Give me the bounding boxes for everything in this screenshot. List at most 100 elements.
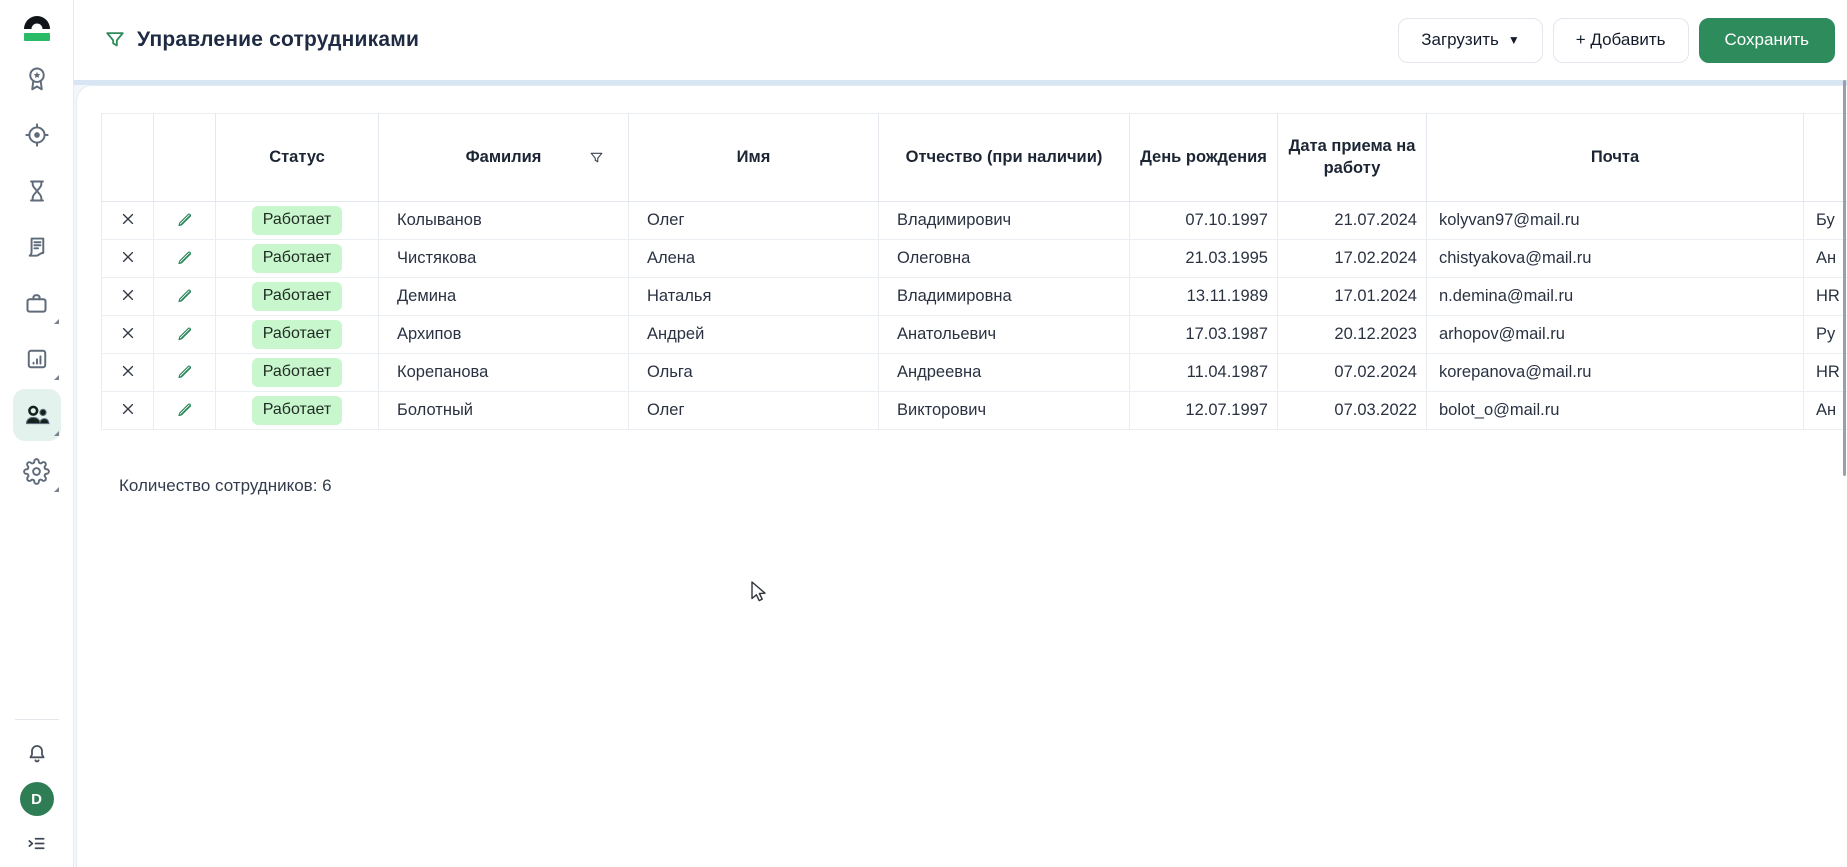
- close-icon: [122, 403, 133, 415]
- edit-row-button[interactable]: [171, 322, 198, 345]
- cell-extra: Ан: [1803, 239, 1847, 278]
- col-header-email[interactable]: Почта: [1426, 113, 1804, 202]
- edit-row-button[interactable]: [171, 284, 198, 307]
- vertical-scrollbar[interactable]: [1843, 80, 1846, 476]
- col-header-middlename[interactable]: Отчество (при наличии): [878, 113, 1130, 202]
- table-row: Работает Демина Наталья Владимировна 13.…: [101, 277, 1847, 316]
- edit-row-button[interactable]: [171, 208, 198, 231]
- cell-middlename: Андреевна: [878, 353, 1130, 392]
- sidebar-item-documents[interactable]: [0, 219, 74, 275]
- brand-logo: [20, 5, 54, 47]
- status-badge: Работает: [251, 396, 343, 425]
- status-badge: Работает: [251, 320, 343, 349]
- cell-email: kolyvan97@mail.ru: [1426, 201, 1804, 240]
- target-icon: [24, 123, 49, 147]
- cell-firstname: Олег: [628, 391, 879, 430]
- close-icon: [122, 327, 133, 339]
- sidebar-item-employees[interactable]: [0, 387, 74, 443]
- close-icon: [122, 213, 133, 225]
- topbar: Управление сотрудниками Загрузить ▼ + До…: [74, 0, 1847, 80]
- cell-status: Работает: [215, 277, 379, 316]
- delete-row-button[interactable]: [116, 323, 140, 343]
- table-row: Работает Колыванов Олег Владимирович 07.…: [101, 201, 1847, 240]
- cell-status: Работает: [215, 353, 379, 392]
- close-icon: [122, 365, 133, 377]
- col-header-status[interactable]: Статус: [215, 113, 379, 202]
- cell-lastname: Чистякова: [378, 239, 629, 278]
- employees-table: Статус Фамилия Имя Отчество (при наличии…: [101, 113, 1847, 430]
- notifications-button[interactable]: [25, 742, 49, 766]
- status-badge: Работает: [251, 358, 343, 387]
- employees-table-zone: Статус Фамилия Имя Отчество (при наличии…: [101, 113, 1847, 430]
- col-header-lastname[interactable]: Фамилия: [378, 113, 629, 202]
- delete-row-button[interactable]: [116, 285, 140, 305]
- col-header-birthdate[interactable]: День рождения: [1129, 113, 1278, 202]
- filter-funnel-icon: [106, 32, 124, 47]
- sidebar-item-briefcase[interactable]: [0, 275, 74, 331]
- status-badge: Работает: [251, 282, 343, 311]
- cell-middlename: Викторович: [878, 391, 1130, 430]
- sidebar-item-reports[interactable]: [0, 331, 74, 387]
- cell-hiredate: 20.12.2023: [1277, 315, 1427, 354]
- cell-birthdate: 11.04.1987: [1129, 353, 1278, 392]
- upload-button[interactable]: Загрузить ▼: [1398, 17, 1543, 63]
- submenu-indicator: [53, 319, 59, 324]
- cell-extra: Бу: [1803, 201, 1847, 240]
- cell-status: Работает: [215, 315, 379, 354]
- delete-row-button[interactable]: [116, 399, 140, 419]
- table-body: Работает Колыванов Олег Владимирович 07.…: [101, 201, 1847, 430]
- col-header-extra[interactable]: [1803, 113, 1847, 202]
- sidebar-item-settings[interactable]: [0, 443, 74, 499]
- delete-row-button[interactable]: [116, 209, 140, 229]
- bell-icon: [29, 745, 44, 763]
- cell-lastname: Колыванов: [378, 201, 629, 240]
- cell-edit: [153, 315, 216, 354]
- close-icon: [122, 289, 133, 301]
- cell-hiredate: 17.02.2024: [1277, 239, 1427, 278]
- pencil-icon: [178, 365, 191, 378]
- cell-birthdate: 12.07.1997: [1129, 391, 1278, 430]
- bar-chart-icon: [27, 349, 46, 369]
- col-header-firstname[interactable]: Имя: [628, 113, 879, 202]
- col-header-delete: [101, 113, 154, 202]
- cell-birthdate: 07.10.1997: [1129, 201, 1278, 240]
- cell-delete: [101, 277, 154, 316]
- title-wrap: Управление сотрудниками: [104, 28, 419, 52]
- logo-arc: [23, 16, 50, 29]
- edit-row-button[interactable]: [171, 360, 198, 383]
- avatar[interactable]: D: [19, 782, 54, 816]
- table-row: Работает Архипов Андрей Анатольевич 17.0…: [101, 315, 1847, 354]
- collapse-sidebar-button[interactable]: [25, 832, 48, 855]
- column-filter-icon[interactable]: [589, 150, 604, 165]
- cell-extra: Ан: [1803, 391, 1847, 430]
- edit-row-button[interactable]: [171, 246, 198, 269]
- users-icon: [25, 405, 50, 425]
- sidebar-nav: [0, 51, 74, 499]
- sidebar-item-history[interactable]: [0, 163, 74, 219]
- employee-count: Количество сотрудников: 6: [119, 476, 332, 495]
- cell-hiredate: 21.07.2024: [1277, 201, 1427, 240]
- main-area: Управление сотрудниками Загрузить ▼ + До…: [74, 0, 1847, 867]
- cell-email: bolot_o@mail.ru: [1426, 391, 1804, 430]
- sidebar-item-awards[interactable]: [0, 51, 74, 107]
- hourglass-icon: [29, 180, 44, 202]
- save-button-label: Сохранить: [1724, 30, 1809, 49]
- cell-edit: [153, 277, 216, 316]
- add-button[interactable]: + Добавить: [1552, 17, 1689, 63]
- save-button[interactable]: Сохранить: [1698, 17, 1835, 63]
- cell-delete: [101, 353, 154, 392]
- delete-row-button[interactable]: [116, 247, 140, 267]
- sidebar-item-target[interactable]: [0, 107, 74, 163]
- cell-lastname: Болотный: [378, 391, 629, 430]
- dropdown-caret-icon: ▼: [1507, 33, 1520, 47]
- cell-lastname: Корепанова: [378, 353, 629, 392]
- briefcase-icon: [26, 293, 47, 313]
- cell-birthdate: 17.03.1987: [1129, 315, 1278, 354]
- submenu-indicator: [53, 375, 59, 380]
- col-header-hiredate[interactable]: Дата приема на работу: [1277, 113, 1427, 202]
- toolbar-actions: Загрузить ▼ + Добавить Сохранить: [1398, 17, 1835, 63]
- delete-row-button[interactable]: [116, 361, 140, 381]
- cell-middlename: Владимировна: [878, 277, 1130, 316]
- edit-row-button[interactable]: [171, 398, 198, 421]
- logo-bar: [23, 33, 50, 41]
